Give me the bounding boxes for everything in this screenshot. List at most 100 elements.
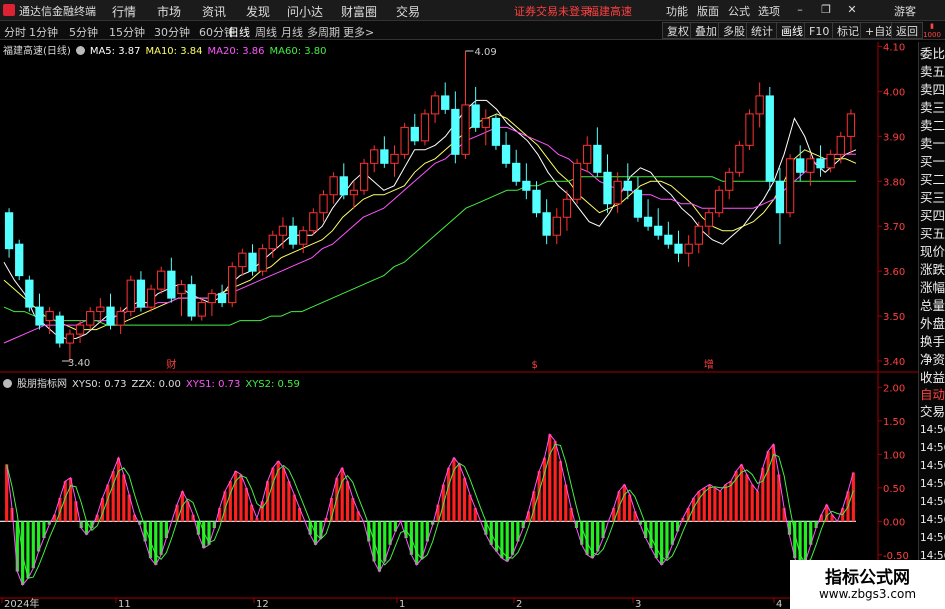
rp-time: 14:56: [920, 424, 945, 436]
candle-up: [390, 153, 399, 164]
candle-down: [623, 180, 632, 191]
rp-price: 现价: [920, 244, 945, 259]
indicator-bar-positive: [116, 457, 121, 522]
indicator-bar-positive: [452, 457, 456, 522]
candle-down: [816, 158, 825, 169]
candle-down: [339, 176, 348, 196]
indicator-bar-negative: [510, 521, 515, 555]
indicator-bar-positive: [345, 481, 350, 522]
candle-up: [826, 153, 835, 169]
candle-down: [187, 284, 196, 317]
low-price-label: 3.40: [68, 358, 90, 369]
candle-up: [157, 270, 166, 290]
indicator-bar-positive: [228, 481, 232, 522]
rp-time: 14:56: [920, 478, 945, 490]
indicator-bar-positive: [463, 477, 467, 522]
candle-up: [116, 311, 125, 326]
candle-down: [654, 225, 663, 236]
indicator-bar-positive: [729, 481, 733, 522]
candle-down: [167, 270, 176, 299]
candle-down: [288, 225, 298, 245]
candle-down: [603, 171, 612, 205]
indicator-bar-positive: [723, 484, 728, 522]
x-axis-label: 2024年: [4, 597, 39, 609]
candle-down: [248, 252, 257, 272]
candle-up: [714, 189, 724, 214]
rp-weibi: 委比: [920, 46, 945, 61]
x-axis-label: 1: [399, 599, 405, 609]
rp-time: 14:56: [920, 514, 945, 526]
rp-turnover: 换手: [920, 334, 945, 349]
candle-up: [846, 113, 856, 137]
indicator-bar-negative: [596, 521, 600, 552]
candle-up: [481, 117, 490, 128]
candle-down: [4, 212, 14, 250]
zzx-legend: ZZX: 0.00: [131, 379, 181, 390]
indicator-tick-label: 1.00: [883, 450, 905, 461]
indicator-bar-negative: [154, 521, 158, 565]
settings-circle-icon[interactable]: [75, 46, 85, 55]
candle-up: [65, 333, 75, 344]
candle-up: [258, 248, 267, 272]
candle-down: [451, 108, 460, 155]
rp-auto[interactable]: 自动: [920, 387, 945, 403]
candle-up: [370, 149, 379, 164]
indicator-bar-positive: [750, 484, 754, 522]
rp-time: 14:56: [920, 532, 945, 544]
market-data-icon[interactable]: ▮ 1000: [921, 22, 943, 40]
indicator-bar-positive: [271, 467, 275, 522]
x-axis-label: 11: [118, 599, 131, 609]
price-tick-label: 3.80: [883, 177, 905, 188]
rp-change-pct: 涨幅: [920, 280, 945, 295]
price-tick-label: 3.40: [883, 357, 905, 368]
rp-sell4: 卖四: [920, 82, 945, 97]
rp-outer: 外盘: [920, 316, 945, 331]
chart-title: 福建高速(日线): [3, 46, 71, 57]
xys1-legend: XYS1: 0.73: [185, 379, 241, 390]
candle-down: [796, 158, 805, 173]
candle-up: [349, 189, 359, 196]
rp-net-asset: 净资: [920, 352, 945, 367]
candle-up: [278, 225, 288, 236]
ma60-legend: MA60: 3.80: [269, 46, 327, 57]
candle-down: [643, 216, 653, 227]
indicator-bar-positive: [340, 467, 344, 522]
candle-up: [309, 212, 318, 232]
candle-down: [35, 306, 44, 326]
xys0-legend: XYS0: 0.73: [72, 379, 127, 390]
indicator-bar-positive: [697, 491, 701, 522]
indicator-bar-negative: [377, 521, 382, 572]
rp-buy3: 买三: [920, 190, 945, 205]
event-marker: 财: [166, 358, 176, 371]
x-axis-label: 12: [256, 599, 269, 609]
indicator-bar-negative: [420, 521, 424, 559]
indicator-bar-positive: [745, 474, 749, 522]
indicator-settings-icon[interactable]: [3, 379, 12, 388]
candle-up: [562, 198, 572, 218]
candle-up: [704, 212, 714, 227]
rp-sell5: 卖五: [920, 64, 945, 79]
indicator-bar-positive: [851, 472, 855, 522]
candle-up: [75, 324, 85, 335]
candle-down: [674, 243, 683, 254]
candle-up: [86, 311, 95, 326]
candle-up: [197, 302, 206, 317]
kline-chart: 4.10 4.00 3.90 3.80 3.70 3.60 3.50 3.40 4.09 3.40…: [0, 42, 918, 609]
indicator-bar-positive: [707, 484, 712, 522]
price-tick-label: 3.60: [883, 267, 905, 278]
price-tick-label: 4.00: [883, 87, 905, 98]
indicator-bar-positive: [287, 481, 291, 522]
candle-up: [785, 158, 795, 214]
candle-up: [461, 104, 470, 155]
candle-up: [430, 95, 440, 115]
indicator-bar-negative: [31, 521, 35, 569]
candle-up: [268, 234, 277, 250]
rp-earnings: 收益: [920, 370, 945, 385]
indicator-bar-positive: [281, 467, 286, 522]
candle-down: [136, 279, 146, 308]
indicator-bar-positive: [239, 474, 243, 522]
candle-up: [755, 95, 764, 115]
rp-trade[interactable]: 交易: [920, 404, 945, 420]
indicator-bar-positive: [718, 491, 722, 522]
rp-buy1: 买一: [920, 154, 945, 169]
